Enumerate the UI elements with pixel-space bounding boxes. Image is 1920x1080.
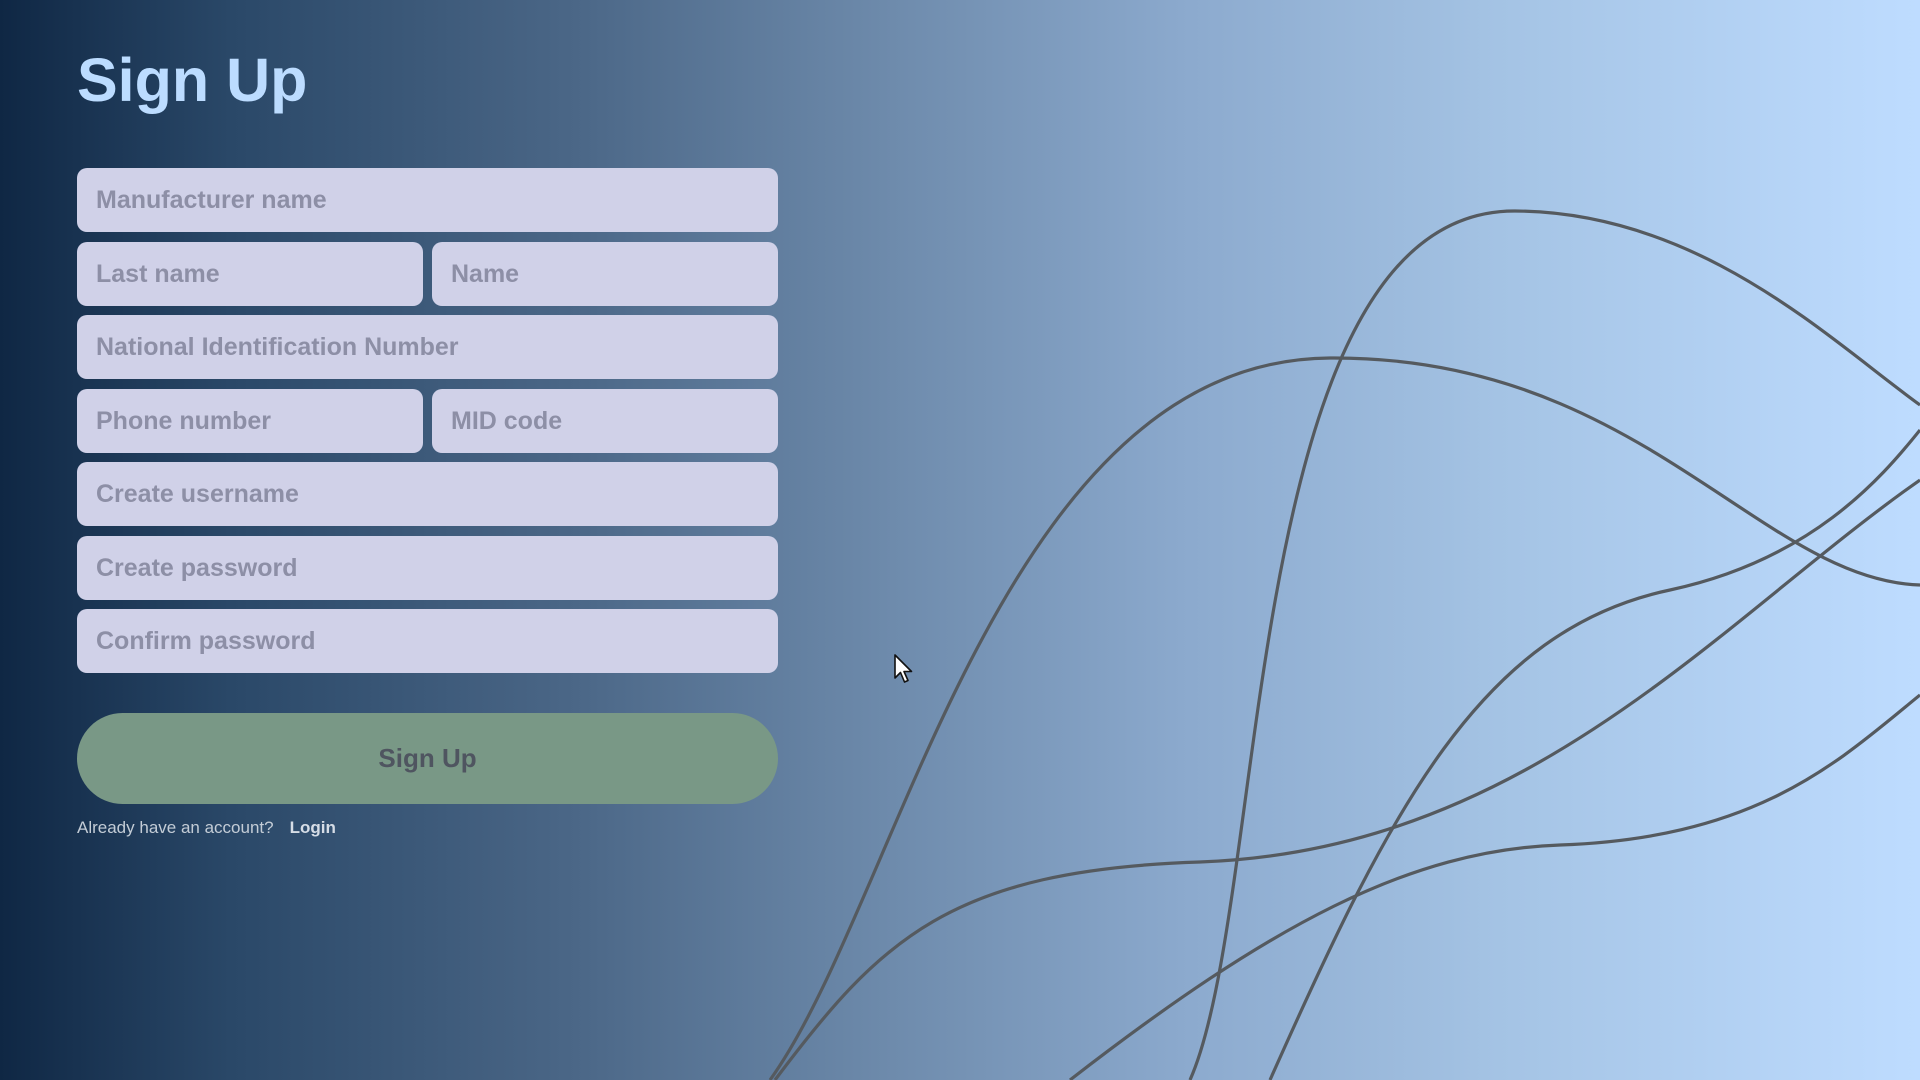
confirm-password-input[interactable] xyxy=(77,609,778,673)
username-input[interactable] xyxy=(77,462,778,526)
name-input[interactable] xyxy=(432,242,778,306)
login-link[interactable]: Login xyxy=(290,818,336,838)
wave-line-3 xyxy=(773,478,1920,1080)
last-name-input[interactable] xyxy=(77,242,423,306)
page-title: Sign Up xyxy=(77,46,308,114)
wave-line-4 xyxy=(1069,693,1920,1080)
national-id-input[interactable] xyxy=(77,315,778,379)
manufacturer-name-input[interactable] xyxy=(77,168,778,232)
login-prompt-row: Already have an account? Login xyxy=(77,816,336,840)
sign-up-button[interactable]: Sign Up xyxy=(77,713,778,804)
mouse-cursor-icon xyxy=(894,654,913,683)
account-prompt-text: Already have an account? xyxy=(77,818,274,837)
password-input[interactable] xyxy=(77,536,778,600)
wave-line-2 xyxy=(1188,209,1920,1080)
wave-line-5 xyxy=(1268,429,1920,1080)
wave-line-1 xyxy=(768,356,1920,1080)
phone-number-input[interactable] xyxy=(77,389,423,453)
mid-code-input[interactable] xyxy=(432,389,778,453)
